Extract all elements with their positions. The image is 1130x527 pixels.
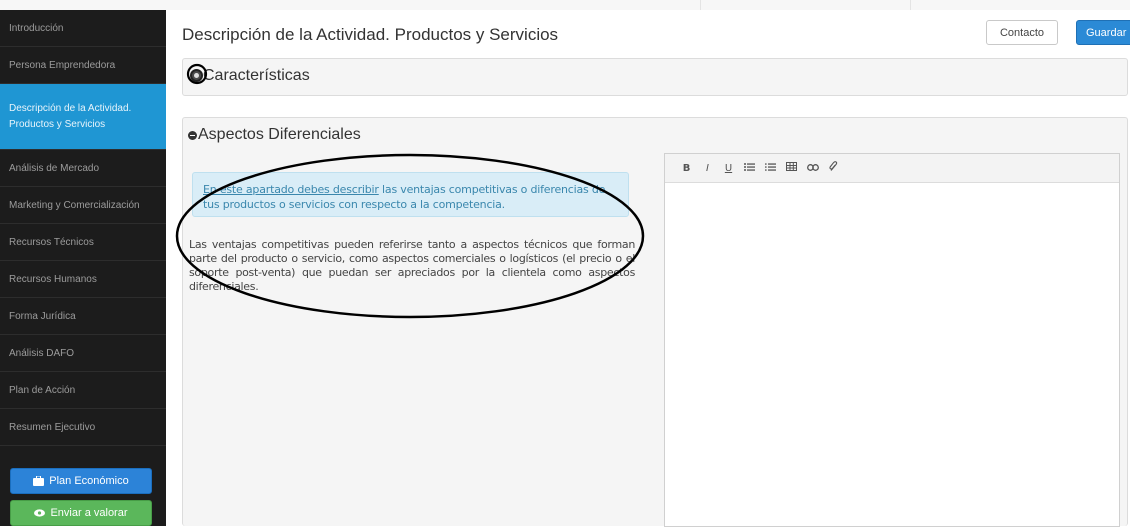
caracteristicas-panel[interactable]: Características bbox=[182, 58, 1128, 96]
sidebar-item-recursos-humanos[interactable]: Recursos Humanos bbox=[0, 261, 166, 298]
contacto-button[interactable]: Contacto bbox=[986, 20, 1058, 45]
expand-circle-icon[interactable] bbox=[190, 69, 203, 82]
sidebar-item-label: Marketing y Comercialización bbox=[9, 199, 140, 211]
sidebar-item-label: Persona Emprendedora bbox=[9, 59, 116, 71]
top-strip-segment bbox=[0, 0, 701, 10]
sidebar-item-descripcion[interactable]: Descripción de la Actividad. Productos y… bbox=[0, 84, 166, 150]
sidebar-item-label: Resumen Ejecutivo bbox=[9, 421, 96, 433]
underline-button[interactable]: U bbox=[718, 163, 739, 174]
sidebar-item-persona-emprendedora[interactable]: Persona Emprendedora bbox=[0, 47, 166, 84]
sidebar-item-plan-accion[interactable]: Plan de Acción bbox=[0, 372, 166, 409]
sidebar-item-label: Recursos Técnicos bbox=[9, 236, 94, 248]
sidebar-item-marketing[interactable]: Marketing y Comercialización bbox=[0, 187, 166, 224]
sidebar-item-analisis-dafo[interactable]: Análisis DAFO bbox=[0, 335, 166, 372]
info-alert: En este apartado debes describir las ven… bbox=[192, 172, 629, 217]
bullet-list-icon[interactable] bbox=[739, 162, 760, 174]
link-icon[interactable] bbox=[802, 163, 823, 174]
table-icon[interactable] bbox=[781, 162, 802, 174]
sidebar-item-label: Análisis de Mercado bbox=[9, 162, 100, 174]
sidebar-item-label: Análisis DAFO bbox=[9, 347, 75, 359]
info-link[interactable]: En este apartado debes describir bbox=[203, 183, 379, 196]
aspectos-title: Aspectos Diferenciales bbox=[198, 126, 361, 143]
plan-economico-button[interactable]: Plan Económico bbox=[10, 468, 152, 494]
top-strip-segment bbox=[700, 0, 911, 10]
sidebar: Introducción Persona Emprendedora Descri… bbox=[0, 10, 166, 526]
sidebar-item-label: Plan de Acción bbox=[9, 384, 76, 396]
page-title: Descripción de la Actividad. Productos y… bbox=[182, 25, 559, 44]
eye-icon bbox=[34, 509, 46, 517]
briefcase-icon bbox=[33, 476, 45, 486]
sidebar-item-recursos-tecnicos[interactable]: Recursos Técnicos bbox=[0, 224, 166, 261]
rich-text-editor[interactable]: B I U bbox=[664, 153, 1120, 527]
sidebar-item-introduccion[interactable]: Introducción bbox=[0, 10, 166, 47]
plan-economico-label: Plan Económico bbox=[49, 475, 129, 487]
sidebar-item-forma-juridica[interactable]: Forma Jurídica bbox=[0, 298, 166, 335]
top-strip bbox=[0, 0, 1130, 10]
numbered-list-icon[interactable] bbox=[760, 162, 781, 174]
sidebar-item-analisis-mercado[interactable]: Análisis de Mercado bbox=[0, 150, 166, 187]
italic-button[interactable]: I bbox=[697, 163, 718, 174]
sidebar-item-resumen-ejecutivo[interactable]: Resumen Ejecutivo bbox=[0, 409, 166, 446]
sidebar-item-label: Introducción bbox=[9, 22, 64, 34]
bold-button[interactable]: B bbox=[676, 163, 697, 174]
sidebar-item-label: Forma Jurídica bbox=[9, 310, 76, 322]
sidebar-item-label: Recursos Humanos bbox=[9, 273, 97, 285]
collapse-circle-icon[interactable] bbox=[188, 131, 197, 140]
sidebar-item-label: Descripción de la Actividad. bbox=[9, 102, 132, 114]
caracteristicas-title: Características bbox=[203, 67, 310, 84]
enviar-valorar-button[interactable]: Enviar a valorar bbox=[10, 500, 152, 526]
aspectos-panel: Aspectos Diferenciales En este apartado … bbox=[182, 117, 1128, 527]
attachment-icon[interactable] bbox=[823, 161, 844, 175]
guardar-button[interactable]: Guardar bbox=[1076, 20, 1130, 45]
editor-toolbar: B I U bbox=[665, 154, 1119, 183]
sidebar-item-label: Productos y Servicios bbox=[9, 118, 106, 130]
description-text: Las ventajas competitivas pueden referir… bbox=[189, 238, 635, 293]
enviar-valorar-label: Enviar a valorar bbox=[50, 507, 128, 519]
